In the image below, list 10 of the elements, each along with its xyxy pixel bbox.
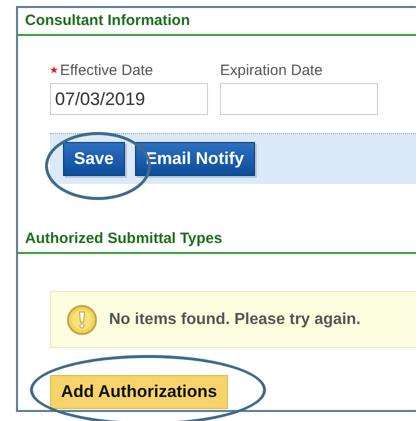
field-label: Expiration Date	[220, 62, 323, 78]
action-button[interactable]: Save	[63, 142, 125, 176]
add-button[interactable]: Add Authorizations	[50, 375, 228, 409]
warning-icon	[67, 304, 97, 334]
message-text: No items found. Please try again.	[109, 310, 361, 328]
section-header: Consultant Information	[18, 8, 416, 36]
field-label: Effective Date	[60, 62, 154, 78]
section-header: Authorized Submittal Types	[18, 226, 416, 254]
date-field[interactable]	[220, 83, 378, 115]
date-field[interactable]: 07/03/2019	[50, 83, 208, 115]
